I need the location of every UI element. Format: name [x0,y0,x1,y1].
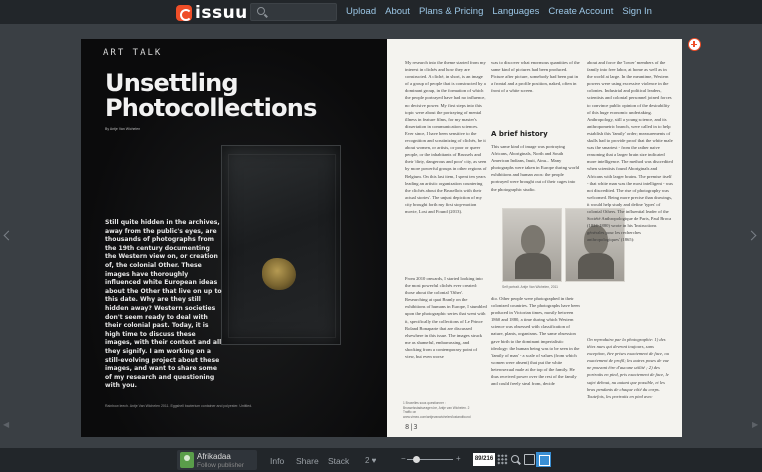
column-1-bottom: From 2010 onwards, I started looking int… [405,276,487,360]
footnotes: 1 Bruxelles sous questionner : Brusselss… [403,401,471,419]
top-nav: Upload About Plans & Pricing Languages C… [346,6,661,17]
specimen-object [262,258,296,290]
byline: By Antje Van Wichelen [105,127,141,131]
reader-stage: ART TALK Unsettling Photocollections By … [0,24,762,448]
issuu-logo-icon [176,5,192,21]
stack-button[interactable]: Stack [328,456,349,466]
info-button[interactable]: Info [270,456,284,466]
article-title: Unsettling Photocollections [105,71,317,121]
zoom-out-icon[interactable]: − [401,454,406,463]
corner-right-mark: ▶ [752,420,759,429]
find-icon[interactable] [510,454,521,465]
column-3: about and force the 'lower' members of t… [587,60,673,243]
nav-create-account[interactable]: Create Account [548,6,613,17]
like-button[interactable]: 2 ♥ [365,456,376,465]
search-icon [257,7,265,15]
column-2-mid: This same kind of image was portraying A… [491,144,580,192]
share-icon[interactable] [524,454,535,465]
top-bar: issuu Upload About Plans & Pricing Langu… [0,0,762,24]
search-input[interactable] [269,5,333,19]
magazine-left-page[interactable]: ART TALK Unsettling Photocollections By … [81,39,387,437]
title-line-1: Unsettling [105,69,239,97]
page-indicator[interactable]: 89/216 [473,453,495,466]
portrait-photo-front [502,208,562,282]
title-line-2: Photocollections [105,94,317,122]
magazine-right-page[interactable]: My research into the theme started from … [387,39,682,437]
subhead-brief-history: A brief history [491,130,548,138]
logo-text: issuu [195,3,248,23]
nav-sign-in[interactable]: Sign In [622,6,652,17]
next-arrow-icon[interactable] [746,230,757,241]
zoom-in-small-icon[interactable]: + [456,454,461,463]
publisher-avatar [180,452,194,468]
issuu-logo[interactable]: issuu [176,3,248,23]
zoom-slider-knob[interactable] [412,456,420,463]
publisher-card[interactable]: Afrikadaa Follow publisher [177,450,257,470]
bottom-bar: Afrikadaa Follow publisher Info Share St… [0,448,762,472]
nav-plans-pricing[interactable]: Plans & Pricing [419,6,483,17]
glass-specimen-photo [221,145,341,345]
photo-caption: Self portrait. Antje Van Wichelen, 2011 [502,285,558,289]
fullscreen-icon[interactable] [536,452,551,467]
nav-languages[interactable]: Languages [492,6,539,17]
portrait-face [515,225,551,279]
nav-upload[interactable]: Upload [346,6,376,17]
grid-icon[interactable] [497,454,508,465]
column-1-top: My research into the theme started from … [405,60,487,214]
publisher-name[interactable]: Afrikadaa [197,452,231,461]
page-number: 8|3 [405,423,418,431]
corner-left-mark: ◀ [3,420,10,429]
share-button[interactable]: Share [296,456,319,466]
zoom-slider[interactable]: − + [401,454,465,465]
search-box[interactable] [250,3,337,21]
left-photo-caption: Rainbow leech. Antje Van Wichelen 2011. … [105,404,253,408]
column-3-quote: On reproduira par la photographie: 1) de… [587,337,669,399]
prev-arrow-icon[interactable] [3,230,14,241]
column-2-top: was to discover what enormous quantities… [491,60,580,94]
column-2-bottom: dio. Other people were photographed in t… [491,296,580,387]
zoom-in-icon[interactable] [688,38,701,51]
follow-publisher-link[interactable]: Follow publisher [197,462,244,469]
nav-about[interactable]: About [385,6,410,17]
intro-paragraph: Still quite hidden in the archives, away… [105,219,222,390]
section-label: ART TALK [103,48,163,58]
